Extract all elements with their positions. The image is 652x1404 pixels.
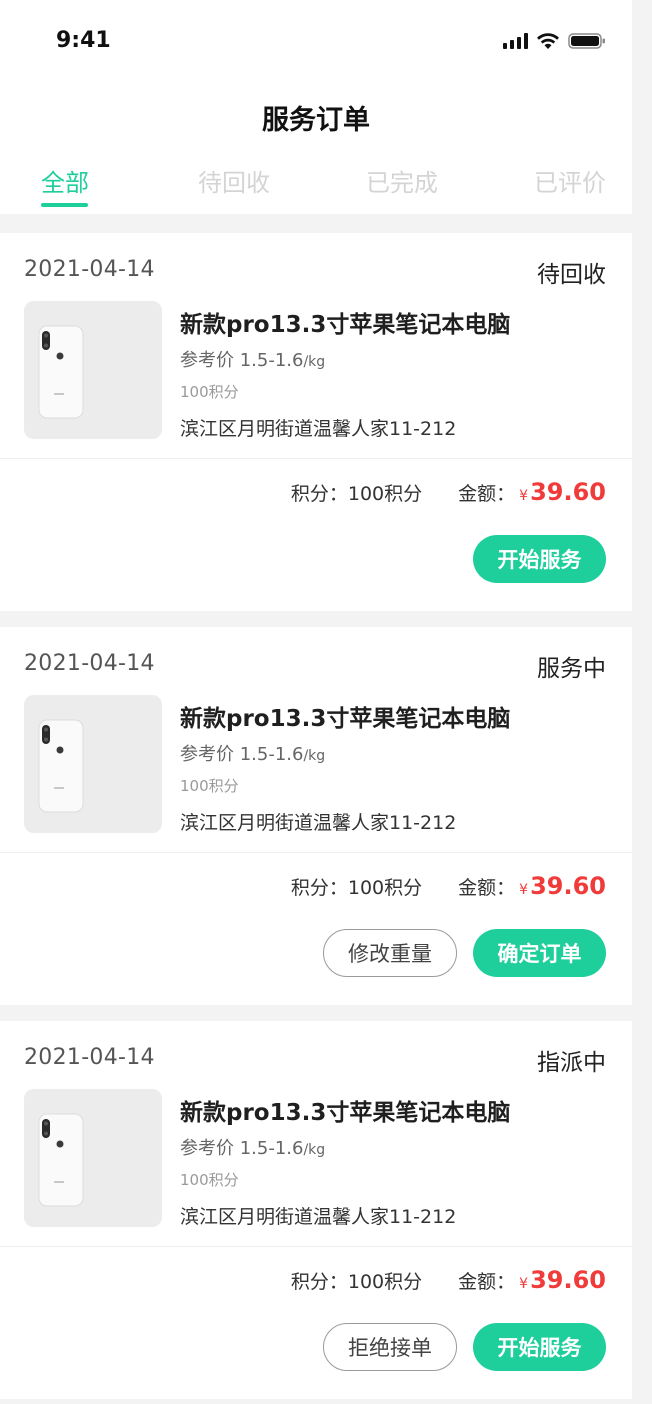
- amount-label: 金额：: [458, 877, 516, 899]
- amount-value: 39.60: [530, 478, 606, 506]
- amount-value: 39.60: [530, 872, 606, 900]
- modify-weight-button[interactable]: 修改重量: [323, 929, 457, 977]
- wifi-icon: [536, 32, 560, 50]
- tab-all[interactable]: 全部: [41, 163, 89, 198]
- signal-icon: [503, 33, 528, 49]
- product-image: [24, 301, 162, 439]
- address: 滨江区月明街道温馨人家11-212: [180, 1206, 457, 1228]
- order-summary: 积分：100积分 金额： ¥ 39.60: [291, 872, 606, 900]
- header: 9:41 服务订单 全部 待回收 已完成 已评价: [0, 0, 632, 214]
- order-card[interactable]: 2021-04-14 服务中 新款pro13.3寸苹果笔记本电脑 参考价 1.5…: [0, 627, 632, 1005]
- reference-price: 参考价 1.5-1.6/kg: [180, 1138, 326, 1159]
- divider: [0, 1246, 632, 1247]
- amount-label: 金额：: [458, 483, 516, 505]
- amount-label: 金额：: [458, 1271, 516, 1293]
- battery-icon: [568, 32, 606, 50]
- order-card[interactable]: 2021-04-14 待回收 新款pro13.3寸苹果笔记本电脑 参考价 1.5…: [0, 233, 632, 611]
- divider: [0, 458, 632, 459]
- active-tab-indicator: [41, 203, 88, 207]
- points-summary: 积分：100积分: [290, 483, 423, 505]
- points-summary: 积分：100积分: [290, 877, 423, 899]
- order-status: 服务中: [537, 656, 606, 682]
- points-summary: 积分：100积分: [290, 1271, 423, 1293]
- currency-symbol: ¥: [519, 488, 529, 504]
- reject-order-button[interactable]: 拒绝接单: [323, 1323, 457, 1371]
- product-name: 新款pro13.3寸苹果笔记本电脑: [180, 312, 511, 338]
- tab-completed[interactable]: 已完成: [366, 163, 438, 198]
- address: 滨江区月明街道温馨人家11-212: [180, 812, 457, 834]
- tab-reviewed[interactable]: 已评价: [534, 163, 606, 198]
- status-icons: [503, 32, 606, 50]
- order-date: 2021-04-14: [24, 1045, 155, 1070]
- order-summary: 积分：100积分 金额： ¥ 39.60: [291, 478, 606, 506]
- product-name: 新款pro13.3寸苹果笔记本电脑: [180, 1100, 511, 1126]
- reference-price: 参考价 1.5-1.6/kg: [180, 744, 326, 765]
- status-time: 9:41: [56, 28, 111, 53]
- order-date: 2021-04-14: [24, 257, 155, 282]
- product-points: 100积分: [180, 1171, 239, 1189]
- currency-symbol: ¥: [519, 1276, 529, 1292]
- page-title: 服务订单: [262, 105, 370, 136]
- order-summary: 积分：100积分 金额： ¥ 39.60: [291, 1266, 606, 1294]
- reference-price: 参考价 1.5-1.6/kg: [180, 350, 326, 371]
- start-service-button[interactable]: 开始服务: [473, 535, 606, 583]
- order-date: 2021-04-14: [24, 651, 155, 676]
- tab-bar: 全部 待回收 已完成 已评价: [0, 163, 632, 211]
- order-status: 指派中: [537, 1050, 606, 1076]
- confirm-order-button[interactable]: 确定订单: [473, 929, 606, 977]
- divider: [0, 852, 632, 853]
- address: 滨江区月明街道温馨人家11-212: [180, 418, 457, 440]
- tab-pending-recycle[interactable]: 待回收: [198, 163, 270, 198]
- amount-value: 39.60: [530, 1266, 606, 1294]
- product-name: 新款pro13.3寸苹果笔记本电脑: [180, 706, 511, 732]
- order-status: 待回收: [537, 262, 606, 288]
- product-points: 100积分: [180, 383, 239, 401]
- start-service-button[interactable]: 开始服务: [473, 1323, 606, 1371]
- order-card[interactable]: 2021-04-14 指派中 新款pro13.3寸苹果笔记本电脑 参考价 1.5…: [0, 1021, 632, 1399]
- currency-symbol: ¥: [519, 882, 529, 898]
- product-points: 100积分: [180, 777, 239, 795]
- product-image: [24, 695, 162, 833]
- product-image: [24, 1089, 162, 1227]
- screen: 9:41 服务订单 全部 待回收 已完成 已评价 2021-04-14 待回收 …: [0, 0, 632, 1404]
